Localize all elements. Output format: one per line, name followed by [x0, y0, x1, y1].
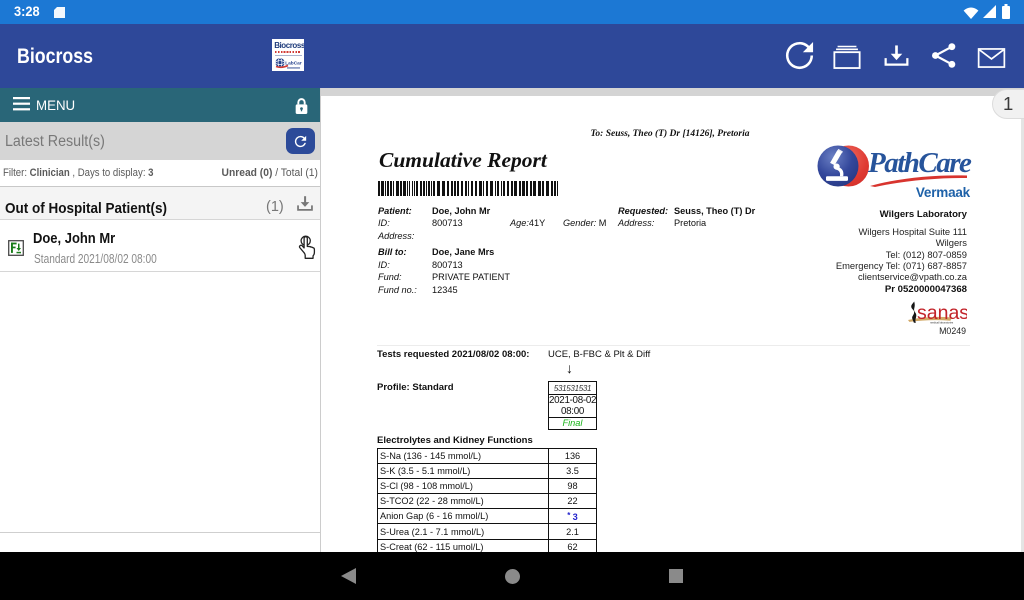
svg-text:LabCare: LabCare [285, 60, 302, 66]
svg-text:medical laboratories: medical laboratories [930, 320, 954, 324]
